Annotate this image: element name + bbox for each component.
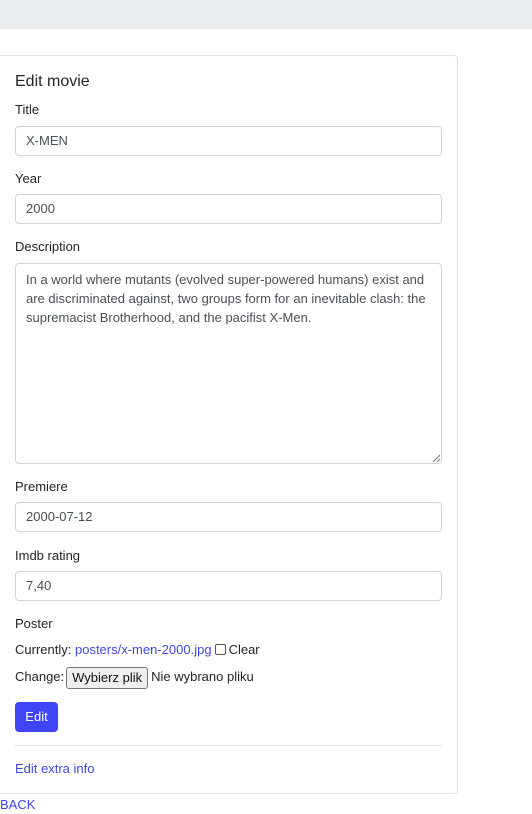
resize-grip-icon[interactable] [432, 454, 441, 463]
imdb-rating-label: Imdb rating [15, 548, 81, 563]
premiere-input[interactable]: 2000-07-12 [15, 502, 442, 532]
current-poster-link[interactable]: posters/x-men-2000.jpg [75, 642, 212, 657]
change-label: Change: [15, 669, 65, 684]
top-navbar [0, 0, 532, 29]
title-input[interactable]: X-MEN [15, 126, 442, 156]
choose-file-button[interactable]: Wybierz plik [66, 666, 149, 689]
clear-label: Clear [228, 642, 260, 657]
title-label: Title [15, 102, 40, 117]
year-label: Year [15, 171, 42, 186]
no-file-text: Nie wybrano pliku [151, 669, 254, 684]
clear-checkbox[interactable] [214, 644, 226, 655]
poster-label: Poster [15, 616, 53, 631]
poster-change-row: Change: Wybierz plik Nie wybrano pliku [15, 666, 254, 689]
divider [15, 745, 442, 746]
edit-extra-info-link[interactable]: Edit extra info [15, 761, 95, 777]
poster-current-row: Currently: posters/x-men-2000.jpg Clear [15, 642, 260, 658]
back-link[interactable]: BACK [0, 797, 35, 813]
page-title: Edit movie [15, 73, 90, 90]
premiere-label: Premiere [15, 479, 68, 494]
description-label: Description [15, 239, 81, 254]
year-input[interactable]: 2000 [15, 194, 442, 224]
currently-label: Currently: [15, 642, 72, 657]
description-textarea[interactable]: In a world where mutants (evolved super-… [15, 263, 442, 464]
edit-submit-button[interactable]: Edit [15, 702, 58, 732]
imdb-rating-input[interactable]: 7,40 [15, 571, 442, 601]
